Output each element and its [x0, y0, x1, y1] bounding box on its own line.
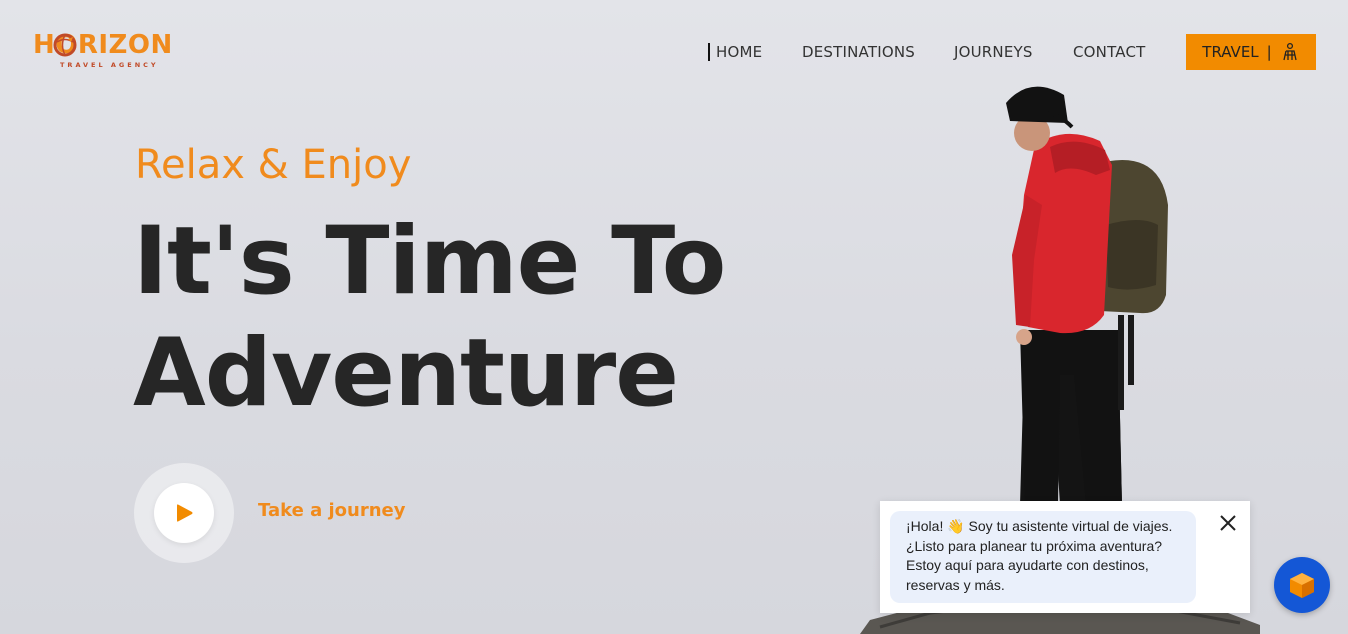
hero-headline-line1: It's Time To	[133, 207, 726, 316]
travel-button-label: TRAVEL	[1202, 43, 1259, 61]
hiker-icon	[1283, 42, 1297, 61]
hero-section: HORIZON TRAVEL AGENCY HOME DESTINATIONS …	[0, 0, 1348, 634]
nav-item-destinations[interactable]: DESTINATIONS	[802, 43, 915, 61]
nav-item-contact[interactable]: CONTACT	[1073, 43, 1146, 61]
travel-button[interactable]: TRAVEL |	[1186, 34, 1316, 70]
close-icon[interactable]	[1218, 513, 1238, 533]
globe-icon	[53, 33, 77, 57]
chat-message-line: ¿Listo para planear tu próxima aventura?	[906, 537, 1163, 554]
take-journey-link[interactable]: Take a journey	[258, 500, 405, 521]
travel-button-separator: |	[1266, 43, 1272, 61]
chat-launcher-button[interactable]	[1274, 557, 1330, 613]
chat-message-line: Estoy aquí para ayudarte con destinos,	[906, 557, 1149, 573]
nav-item-home[interactable]: HOME	[708, 43, 762, 61]
chat-message-line: ¡Hola! 👋 Soy tu asistente virtual de via…	[906, 518, 1173, 534]
hero-headline: It's Time To Adventure	[133, 206, 726, 430]
hero-eyebrow: Relax & Enjoy	[135, 142, 412, 188]
chat-popup: ¡Hola! 👋 Soy tu asistente virtual de via…	[880, 501, 1250, 613]
nav-item-journeys[interactable]: JOURNEYS	[954, 43, 1033, 61]
brand-logo[interactable]: HORIZON TRAVEL AGENCY	[33, 30, 193, 74]
play-icon	[177, 504, 193, 522]
cube-icon	[1290, 573, 1314, 598]
play-button[interactable]	[134, 463, 234, 563]
hero-headline-line2: Adventure	[133, 319, 679, 428]
brand-tagline: TRAVEL AGENCY	[60, 61, 159, 69]
chat-message-line: reservas y más.	[906, 576, 1005, 593]
play-button-inner[interactable]	[154, 483, 214, 543]
chat-message: ¡Hola! 👋 Soy tu asistente virtual de via…	[890, 511, 1196, 603]
